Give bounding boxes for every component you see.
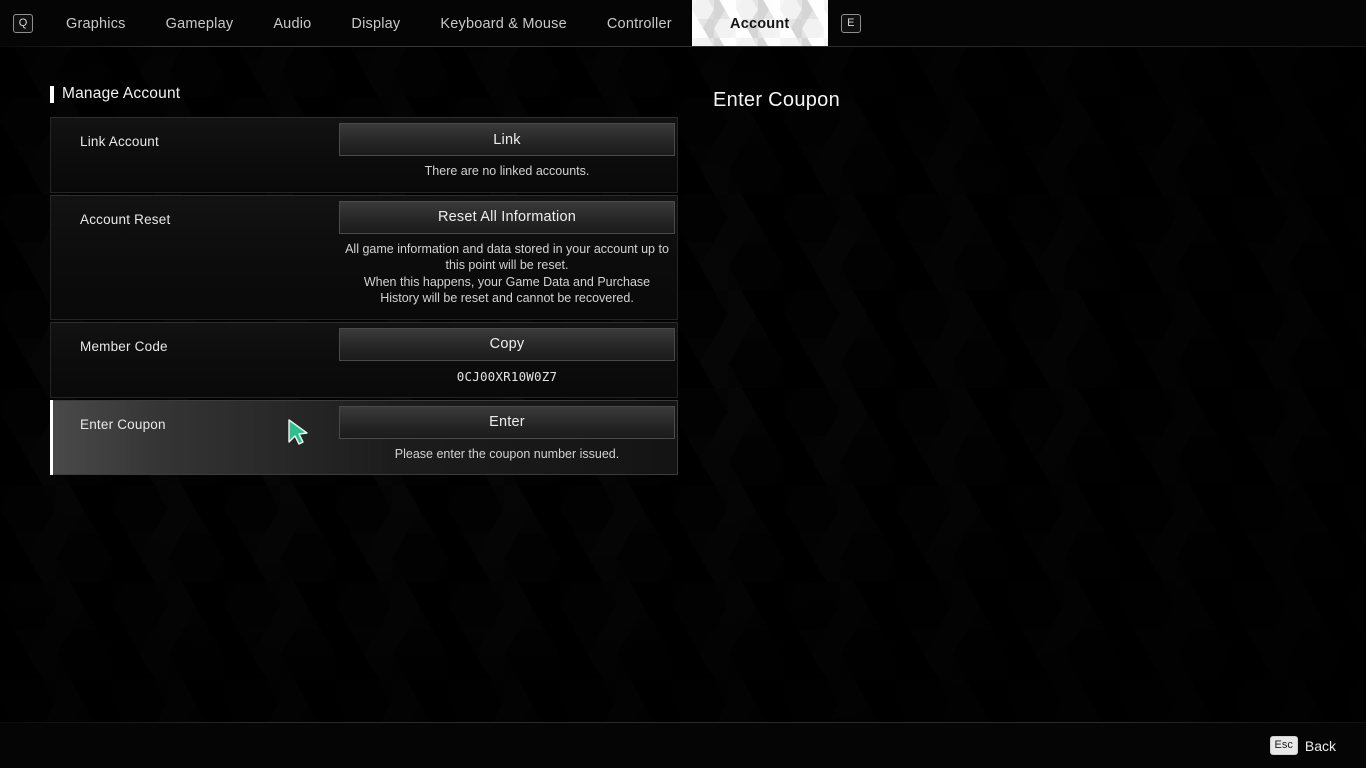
option-control: Enter Please enter the coupon number issu… (339, 401, 677, 475)
option-label: Enter Coupon (80, 416, 166, 432)
option-action-button[interactable]: Copy (339, 327, 675, 361)
option-description: Please enter the coupon number issued. (394, 446, 620, 461)
q-key-icon: Q (13, 14, 33, 33)
option-action-button[interactable]: Link (339, 123, 675, 156)
tab-audio[interactable]: Audio (253, 0, 331, 47)
option-control: Copy 0CJ00XR10W0Z7 (339, 323, 677, 397)
option-action-button[interactable]: Reset All Information (339, 200, 675, 234)
option-label: Member Code (80, 338, 168, 354)
esc-key-icon: Esc (1269, 736, 1298, 755)
next-tab-key[interactable]: E (828, 0, 874, 47)
tab-display[interactable]: Display (331, 0, 420, 47)
e-key-icon: E (840, 14, 861, 33)
account-option-row[interactable]: Account Reset Reset All Information All ga… (50, 194, 678, 320)
option-description: There are no linked accounts. (424, 164, 590, 178)
account-option-row[interactable]: Member Code Copy 0CJ00XR10W0Z7 (50, 321, 678, 398)
prev-tab-key[interactable]: Q (0, 0, 46, 47)
footer-bar: Esc Back (0, 723, 1366, 768)
title-accent-bar (50, 85, 54, 103)
option-control: Link There are no linked accounts. (339, 118, 677, 192)
settings-tab-bar: Q Graphics Gameplay Audio Display Keyboard & … (0, 0, 1366, 47)
back-button[interactable]: Esc Back (1269, 736, 1336, 755)
tab-keyboard-mouse[interactable]: Keyboard & Mouse (420, 0, 587, 47)
account-option-row[interactable]: Link Account Link There are no linked acco… (50, 117, 678, 193)
page-title-text: Manage Account (62, 85, 181, 102)
account-option-row[interactable]: Enter Coupon Enter Please enter the coupon… (50, 399, 678, 475)
option-control: Reset All Information All game informatio… (339, 196, 677, 319)
tab-gameplay[interactable]: Gameplay (146, 0, 254, 47)
option-value: 0CJ00XR10W0Z7 (456, 368, 558, 384)
back-label: Back (1304, 737, 1336, 754)
option-action-button[interactable]: Enter (339, 405, 675, 439)
tab-list: Q Graphics Gameplay Audio Display Keyboard & … (0, 0, 1366, 47)
tab-bar-divider (0, 46, 1366, 47)
page-title-manage-account: Manage Account (50, 85, 180, 103)
tab-controller[interactable]: Controller (587, 0, 692, 47)
detail-panel-title: Enter Coupon (713, 89, 841, 111)
tab-graphics[interactable]: Graphics (46, 0, 146, 47)
tab-account[interactable]: Account (692, 0, 828, 47)
account-option-list: Link Account Link There are no linked acco… (50, 117, 678, 477)
option-description: All game information and data stored in … (345, 241, 669, 306)
option-label: Account Reset (80, 211, 171, 227)
settings-screen: Q Graphics Gameplay Audio Display Keyboard & … (0, 0, 1366, 768)
option-label: Link Account (80, 134, 159, 149)
